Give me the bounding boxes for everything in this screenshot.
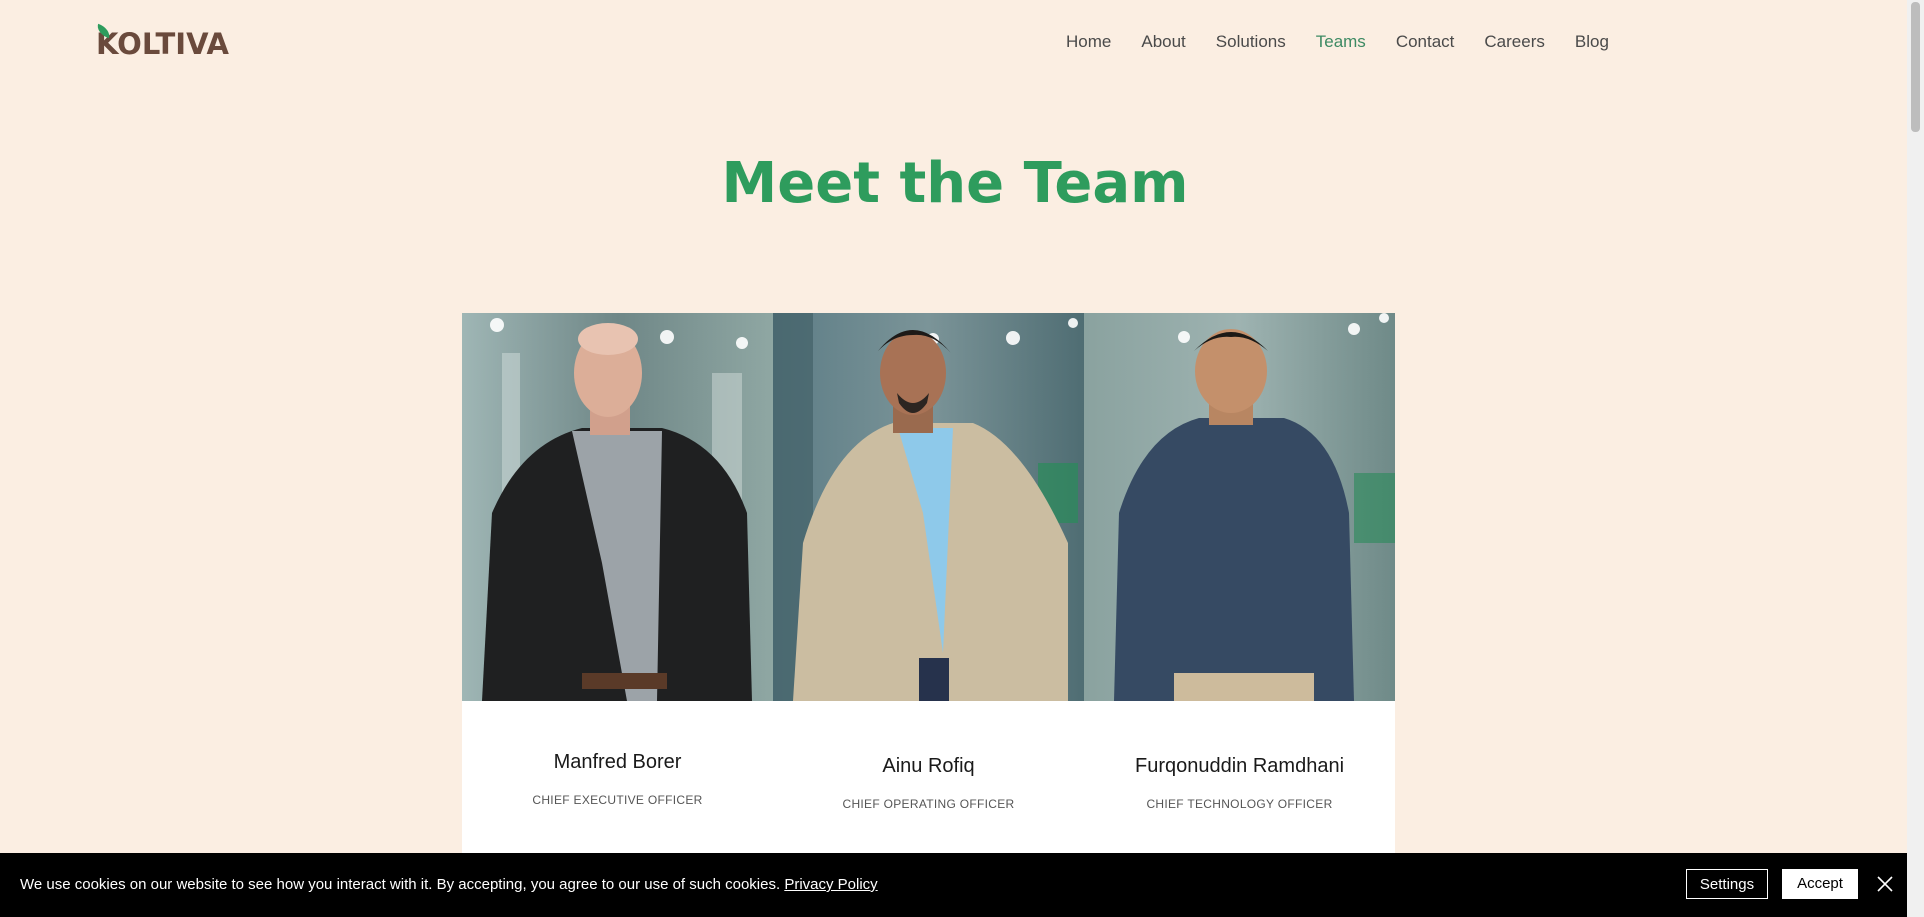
team-card[interactable]: Ainu Rofiq CHIEF OPERATING OFFICER [773,313,1084,913]
team-grid: Manfred Borer CHIEF EXECUTIVE OFFICER Ai… [462,313,1395,913]
team-member-name: Manfred Borer [553,751,682,773]
team-member-name: Ainu Rofiq [882,755,975,777]
team-card[interactable]: Manfred Borer CHIEF EXECUTIVE OFFICER [462,313,773,913]
portrait-image [773,313,1084,701]
cookie-banner: We use cookies on our website to see how… [0,853,1907,917]
team-card[interactable]: Furqonuddin Ramdhani CHIEF TECHNOLOGY OF… [1084,313,1395,913]
nav-home[interactable]: Home [1066,32,1111,52]
cookie-accept-button[interactable]: Accept [1782,869,1858,899]
privacy-policy-link[interactable]: Privacy Policy [784,876,877,893]
koltiva-logo[interactable]: KOLTIVA [94,23,229,62]
cookie-message-text: We use cookies on our website to see how… [20,876,781,893]
nav-blog[interactable]: Blog [1575,32,1609,52]
team-member-role: CHIEF EXECUTIVE OFFICER [532,793,703,807]
team-photo [773,313,1084,701]
nav-about[interactable]: About [1141,32,1185,52]
team-photo [462,313,773,701]
logo-text: KOLTIVA [96,27,229,61]
nav-careers[interactable]: Careers [1484,32,1544,52]
portrait-image [1084,313,1395,701]
nav-contact[interactable]: Contact [1396,32,1455,52]
portrait-image [462,313,773,701]
page-title: Meet the Team [721,151,1189,216]
cookie-settings-button[interactable]: Settings [1686,869,1768,899]
page-scrollbar[interactable] [1907,0,1924,917]
close-icon[interactable] [1874,873,1896,895]
nav-solutions[interactable]: Solutions [1216,32,1286,52]
main-nav: Home About Solutions Teams Contact Caree… [1066,32,1639,52]
team-member-role: CHIEF TECHNOLOGY OFFICER [1146,797,1333,811]
team-member-name: Furqonuddin Ramdhani [1134,755,1345,777]
scrollbar-thumb[interactable] [1911,2,1920,132]
cookie-message: We use cookies on our website to see how… [20,876,878,893]
team-photo [1084,313,1395,701]
team-member-role: CHIEF OPERATING OFFICER [842,797,1015,811]
nav-teams[interactable]: Teams [1316,32,1366,52]
